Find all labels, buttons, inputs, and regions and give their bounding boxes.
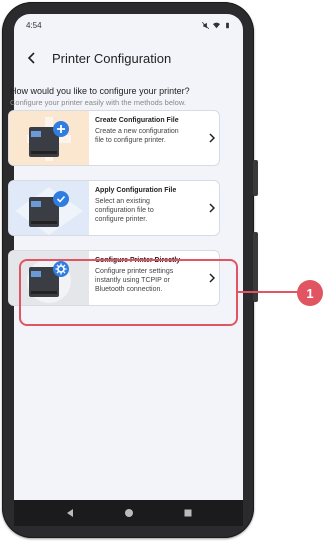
configure-question: How would you like to configure your pri… [10,86,190,96]
status-icons [202,21,231,29]
nav-home-icon[interactable] [124,508,134,518]
callout-line [238,291,300,293]
app-bar: Printer Configuration [14,46,243,70]
printer-icon [15,187,83,235]
check-icon [56,195,66,203]
back-button[interactable] [24,51,38,65]
callout-number-badge: 1 [297,280,323,306]
nav-back-icon[interactable] [65,508,75,518]
card-title: Apply Configuration File [95,187,177,194]
android-nav-bar [14,500,243,526]
card-description: Create a new configuration file to confi… [95,128,179,144]
card-title: Create Configuration File [95,117,179,124]
configure-subtitle: Configure your printer easily with the m… [10,98,186,107]
chevron-right-icon [205,181,219,235]
power-button [253,160,258,196]
wifi-icon [213,22,220,28]
arrow-left-icon [27,52,35,64]
mute-icon [202,21,209,29]
highlight-frame [19,259,238,326]
page-title: Printer Configuration [52,50,172,66]
printer-icon [27,117,71,161]
chevron-right-icon [205,111,219,165]
apply-config-file-card[interactable]: Apply Configuration File Select an exist… [8,180,220,236]
battery-icon [226,22,229,28]
plus-icon [57,125,65,133]
nav-recents-icon[interactable] [183,508,193,518]
card-description: Select an existing configuration file to… [95,198,154,223]
status-time: 4:54 [26,20,42,30]
printer-thumbnail [9,111,89,165]
status-bar: 4:54 [14,14,243,36]
printer-thumbnail [9,181,89,235]
create-config-file-card[interactable]: Create Configuration File Create a new c… [8,110,220,166]
